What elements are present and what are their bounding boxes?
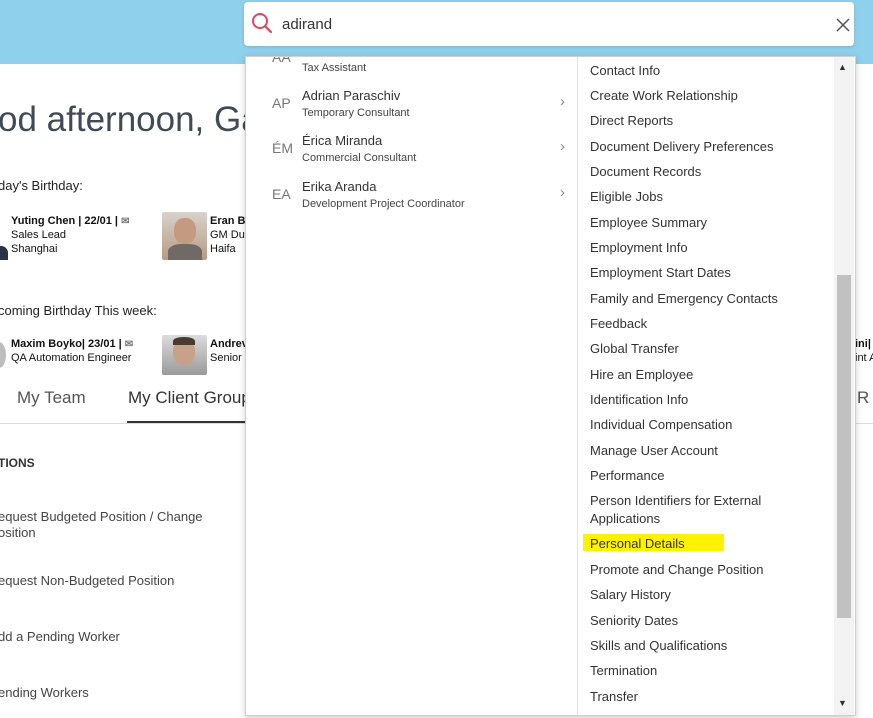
scrollbar[interactable]: ▲ ▼ bbox=[834, 57, 854, 715]
task-employment-info[interactable]: Employment Info bbox=[590, 239, 688, 257]
person-initials: ÉM bbox=[272, 140, 293, 156]
task-individual-compensation[interactable]: Individual Compensation bbox=[590, 416, 732, 434]
upcoming-birthday-heading: coming Birthday This week: bbox=[0, 303, 157, 318]
mail-icon[interactable]: ✉ bbox=[125, 339, 133, 350]
avatar bbox=[0, 342, 6, 368]
scrollbar-thumb[interactable] bbox=[837, 275, 851, 618]
birthday-person-title: int As bbox=[855, 352, 873, 364]
person-title: Commercial Consultant bbox=[302, 152, 417, 164]
birthday-person-location: Haifa bbox=[210, 243, 236, 255]
task-transfer[interactable]: Transfer bbox=[590, 688, 638, 706]
task-hire-employee[interactable]: Hire an Employee bbox=[590, 366, 693, 384]
person-initials: AA bbox=[272, 56, 291, 65]
chevron-right-icon: › bbox=[560, 93, 565, 110]
chevron-right-icon: › bbox=[560, 57, 565, 58]
global-search-box bbox=[244, 2, 854, 46]
person-title: Tax Assistant bbox=[302, 62, 367, 74]
person-initials: EA bbox=[272, 186, 291, 202]
person-result[interactable]: AP Adrian Paraschiv Temporary Consultant… bbox=[246, 86, 577, 130]
task-performance[interactable]: Performance bbox=[590, 467, 664, 485]
column-divider bbox=[577, 57, 578, 715]
task-promote-change-position[interactable]: Promote and Change Position bbox=[590, 561, 763, 579]
todays-birthday-heading: day's Birthday: bbox=[0, 178, 83, 193]
task-create-work-relationship[interactable]: Create Work Relationship bbox=[590, 87, 738, 105]
search-input[interactable] bbox=[282, 14, 802, 34]
tab-my-client-group[interactable]: My Client Group bbox=[128, 388, 251, 408]
birthday-person-name[interactable]: Andrev bbox=[210, 338, 248, 350]
task-global-transfer[interactable]: Global Transfer bbox=[590, 340, 679, 358]
action-request-non-budgeted-position[interactable]: equest Non-Budgeted Position bbox=[0, 573, 174, 589]
person-title: Temporary Consultant bbox=[302, 107, 410, 119]
task-eligible-jobs[interactable]: Eligible Jobs bbox=[590, 188, 663, 206]
chevron-right-icon: › bbox=[560, 184, 565, 201]
birthday-person-name[interactable]: Yuting Chen | 22/01 | ✉ bbox=[11, 215, 129, 227]
task-employment-start-dates[interactable]: Employment Start Dates bbox=[590, 264, 731, 282]
avatar bbox=[0, 246, 8, 260]
search-icon[interactable] bbox=[251, 12, 273, 34]
task-skills-qualifications[interactable]: Skills and Qualifications bbox=[590, 637, 727, 655]
tab-my-team[interactable]: My Team bbox=[17, 388, 86, 408]
scroll-down-arrow-icon[interactable]: ▼ bbox=[838, 698, 847, 708]
birthday-person-name[interactable]: Maxim Boyko| 23/01 | ✉ bbox=[11, 338, 133, 350]
birthday-person-title: GM Du bbox=[210, 229, 245, 241]
search-results-panel: AA Tax Assistant › AP Adrian Paraschiv T… bbox=[245, 56, 856, 716]
task-termination[interactable]: Termination bbox=[590, 662, 657, 680]
task-feedback[interactable]: Feedback bbox=[590, 315, 647, 333]
person-title: Development Project Coordinator bbox=[302, 198, 465, 210]
avatar bbox=[162, 335, 207, 375]
action-pending-workers[interactable]: ending Workers bbox=[0, 685, 89, 701]
action-add-pending-worker[interactable]: dd a Pending Worker bbox=[0, 629, 120, 645]
person-initials: AP bbox=[272, 95, 291, 111]
action-request-budgeted-position[interactable]: equest Budgeted Position / Change ositio… bbox=[0, 509, 203, 541]
active-tab-indicator bbox=[127, 421, 245, 423]
person-name: Adrian Paraschiv bbox=[302, 88, 401, 103]
person-name: Erika Aranda bbox=[302, 179, 377, 194]
birthday-person-title: Senior / bbox=[210, 352, 248, 364]
task-personal-details[interactable]: Personal Details bbox=[590, 535, 685, 553]
birthday-person-title: Sales Lead bbox=[11, 229, 67, 241]
mail-icon[interactable]: ✉ bbox=[121, 216, 129, 227]
task-salary-history[interactable]: Salary History bbox=[590, 586, 671, 604]
scroll-up-arrow-icon[interactable]: ▲ bbox=[838, 62, 847, 72]
task-direct-reports[interactable]: Direct Reports bbox=[590, 112, 673, 130]
birthday-person-location: Shanghai bbox=[11, 243, 58, 255]
task-document-delivery-preferences[interactable]: Document Delivery Preferences bbox=[590, 138, 774, 156]
person-result[interactable]: ÉM Érica Miranda Commercial Consultant › bbox=[246, 131, 577, 175]
task-identification-info[interactable]: Identification Info bbox=[590, 391, 688, 409]
task-seniority-dates[interactable]: Seniority Dates bbox=[590, 612, 678, 630]
birthday-person-name[interactable]: ini| bbox=[855, 338, 871, 350]
task-document-records[interactable]: Document Records bbox=[590, 163, 701, 181]
task-employee-summary[interactable]: Employee Summary bbox=[590, 214, 707, 232]
task-manage-user-account[interactable]: Manage User Account bbox=[590, 442, 718, 460]
person-result[interactable]: EA Erika Aranda Development Project Coor… bbox=[246, 177, 577, 221]
person-name: Érica Miranda bbox=[302, 133, 383, 148]
task-contact-info[interactable]: Contact Info bbox=[590, 62, 660, 80]
person-result[interactable]: AA Tax Assistant › bbox=[246, 56, 577, 89]
greeting-heading: od afternoon, Gali bbox=[0, 100, 277, 139]
actions-section-title: TIONS bbox=[0, 456, 35, 470]
birthday-person-title: QA Automation Engineer bbox=[11, 352, 132, 364]
close-icon[interactable] bbox=[836, 18, 850, 32]
chevron-right-icon: › bbox=[560, 138, 565, 155]
task-family-emergency-contacts[interactable]: Family and Emergency Contacts bbox=[590, 290, 778, 308]
avatar bbox=[162, 212, 207, 260]
tab-hr[interactable]: R bbox=[857, 388, 869, 408]
task-person-identifiers[interactable]: Person Identifiers for External Applicat… bbox=[590, 492, 761, 528]
